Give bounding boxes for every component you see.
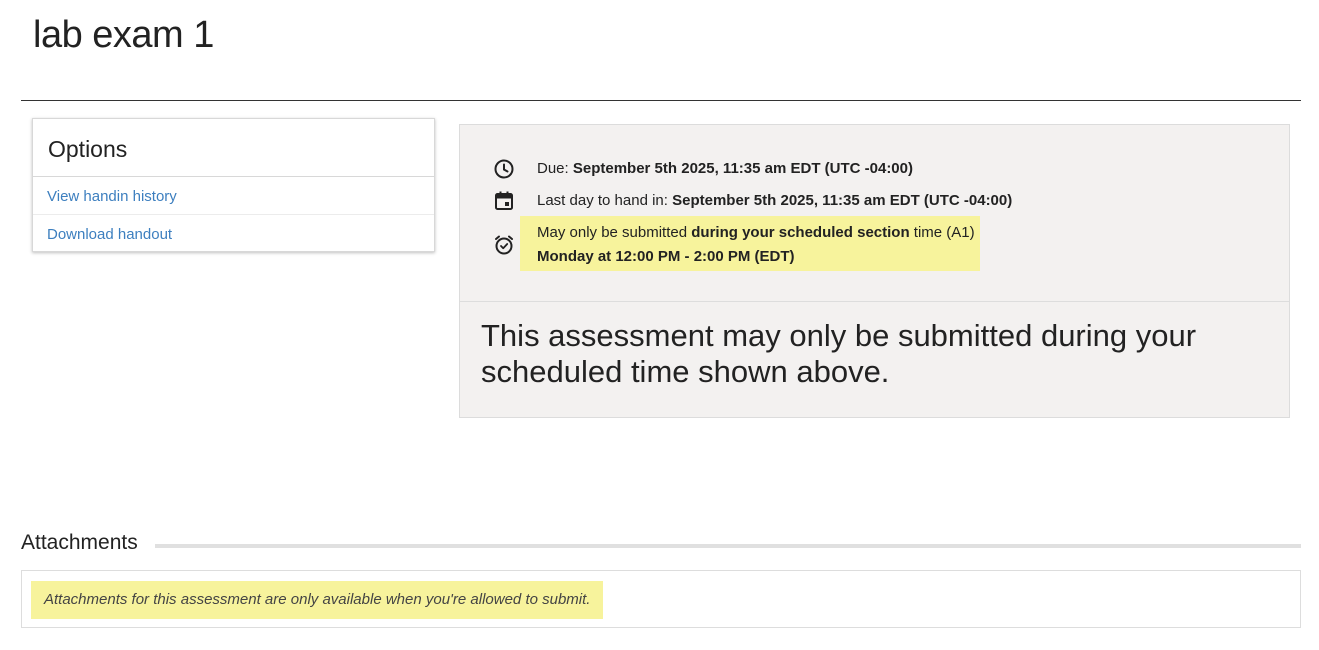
last-day-label: Last day to hand in: (537, 192, 673, 209)
calendar-icon (493, 190, 515, 212)
attachments-panel: Attachments for this assessment are only… (21, 570, 1301, 628)
section-prefix: May only be submitted (537, 224, 692, 241)
submission-restriction-message: This assessment may only be submitted du… (481, 318, 1197, 389)
section-schedule: Monday at 12:00 PM - 2:00 PM (EDT) (537, 248, 795, 265)
view-handin-history-link[interactable]: View handin history (33, 177, 434, 214)
download-handout-link[interactable]: Download handout (33, 214, 434, 251)
clock-icon (493, 158, 515, 180)
due-label: Due: (537, 160, 573, 177)
title-divider (21, 100, 1301, 101)
due-date: September 5th 2025, 11:35 am EDT (UTC -0… (572, 160, 913, 177)
section-suffix: time (A1) (909, 224, 975, 241)
attachments-divider (155, 544, 1301, 548)
assessment-info-card: Due: September 5th 2025, 11:35 am EDT (U… (459, 124, 1290, 418)
section-bold: during your scheduled section (691, 224, 910, 241)
last-day-date: September 5th 2025, 11:35 am EDT (UTC -0… (672, 192, 1013, 209)
deadline-section: Due: September 5th 2025, 11:35 am EDT (U… (460, 125, 1289, 302)
alarm-clock-icon (493, 234, 515, 256)
page-title: lab exam 1 (33, 14, 214, 56)
attachments-heading: Attachments (21, 531, 138, 554)
attachments-note: Attachments for this assessment are only… (31, 581, 604, 619)
options-header: Options (33, 119, 434, 177)
options-panel: Options View handin history Download han… (32, 118, 435, 252)
